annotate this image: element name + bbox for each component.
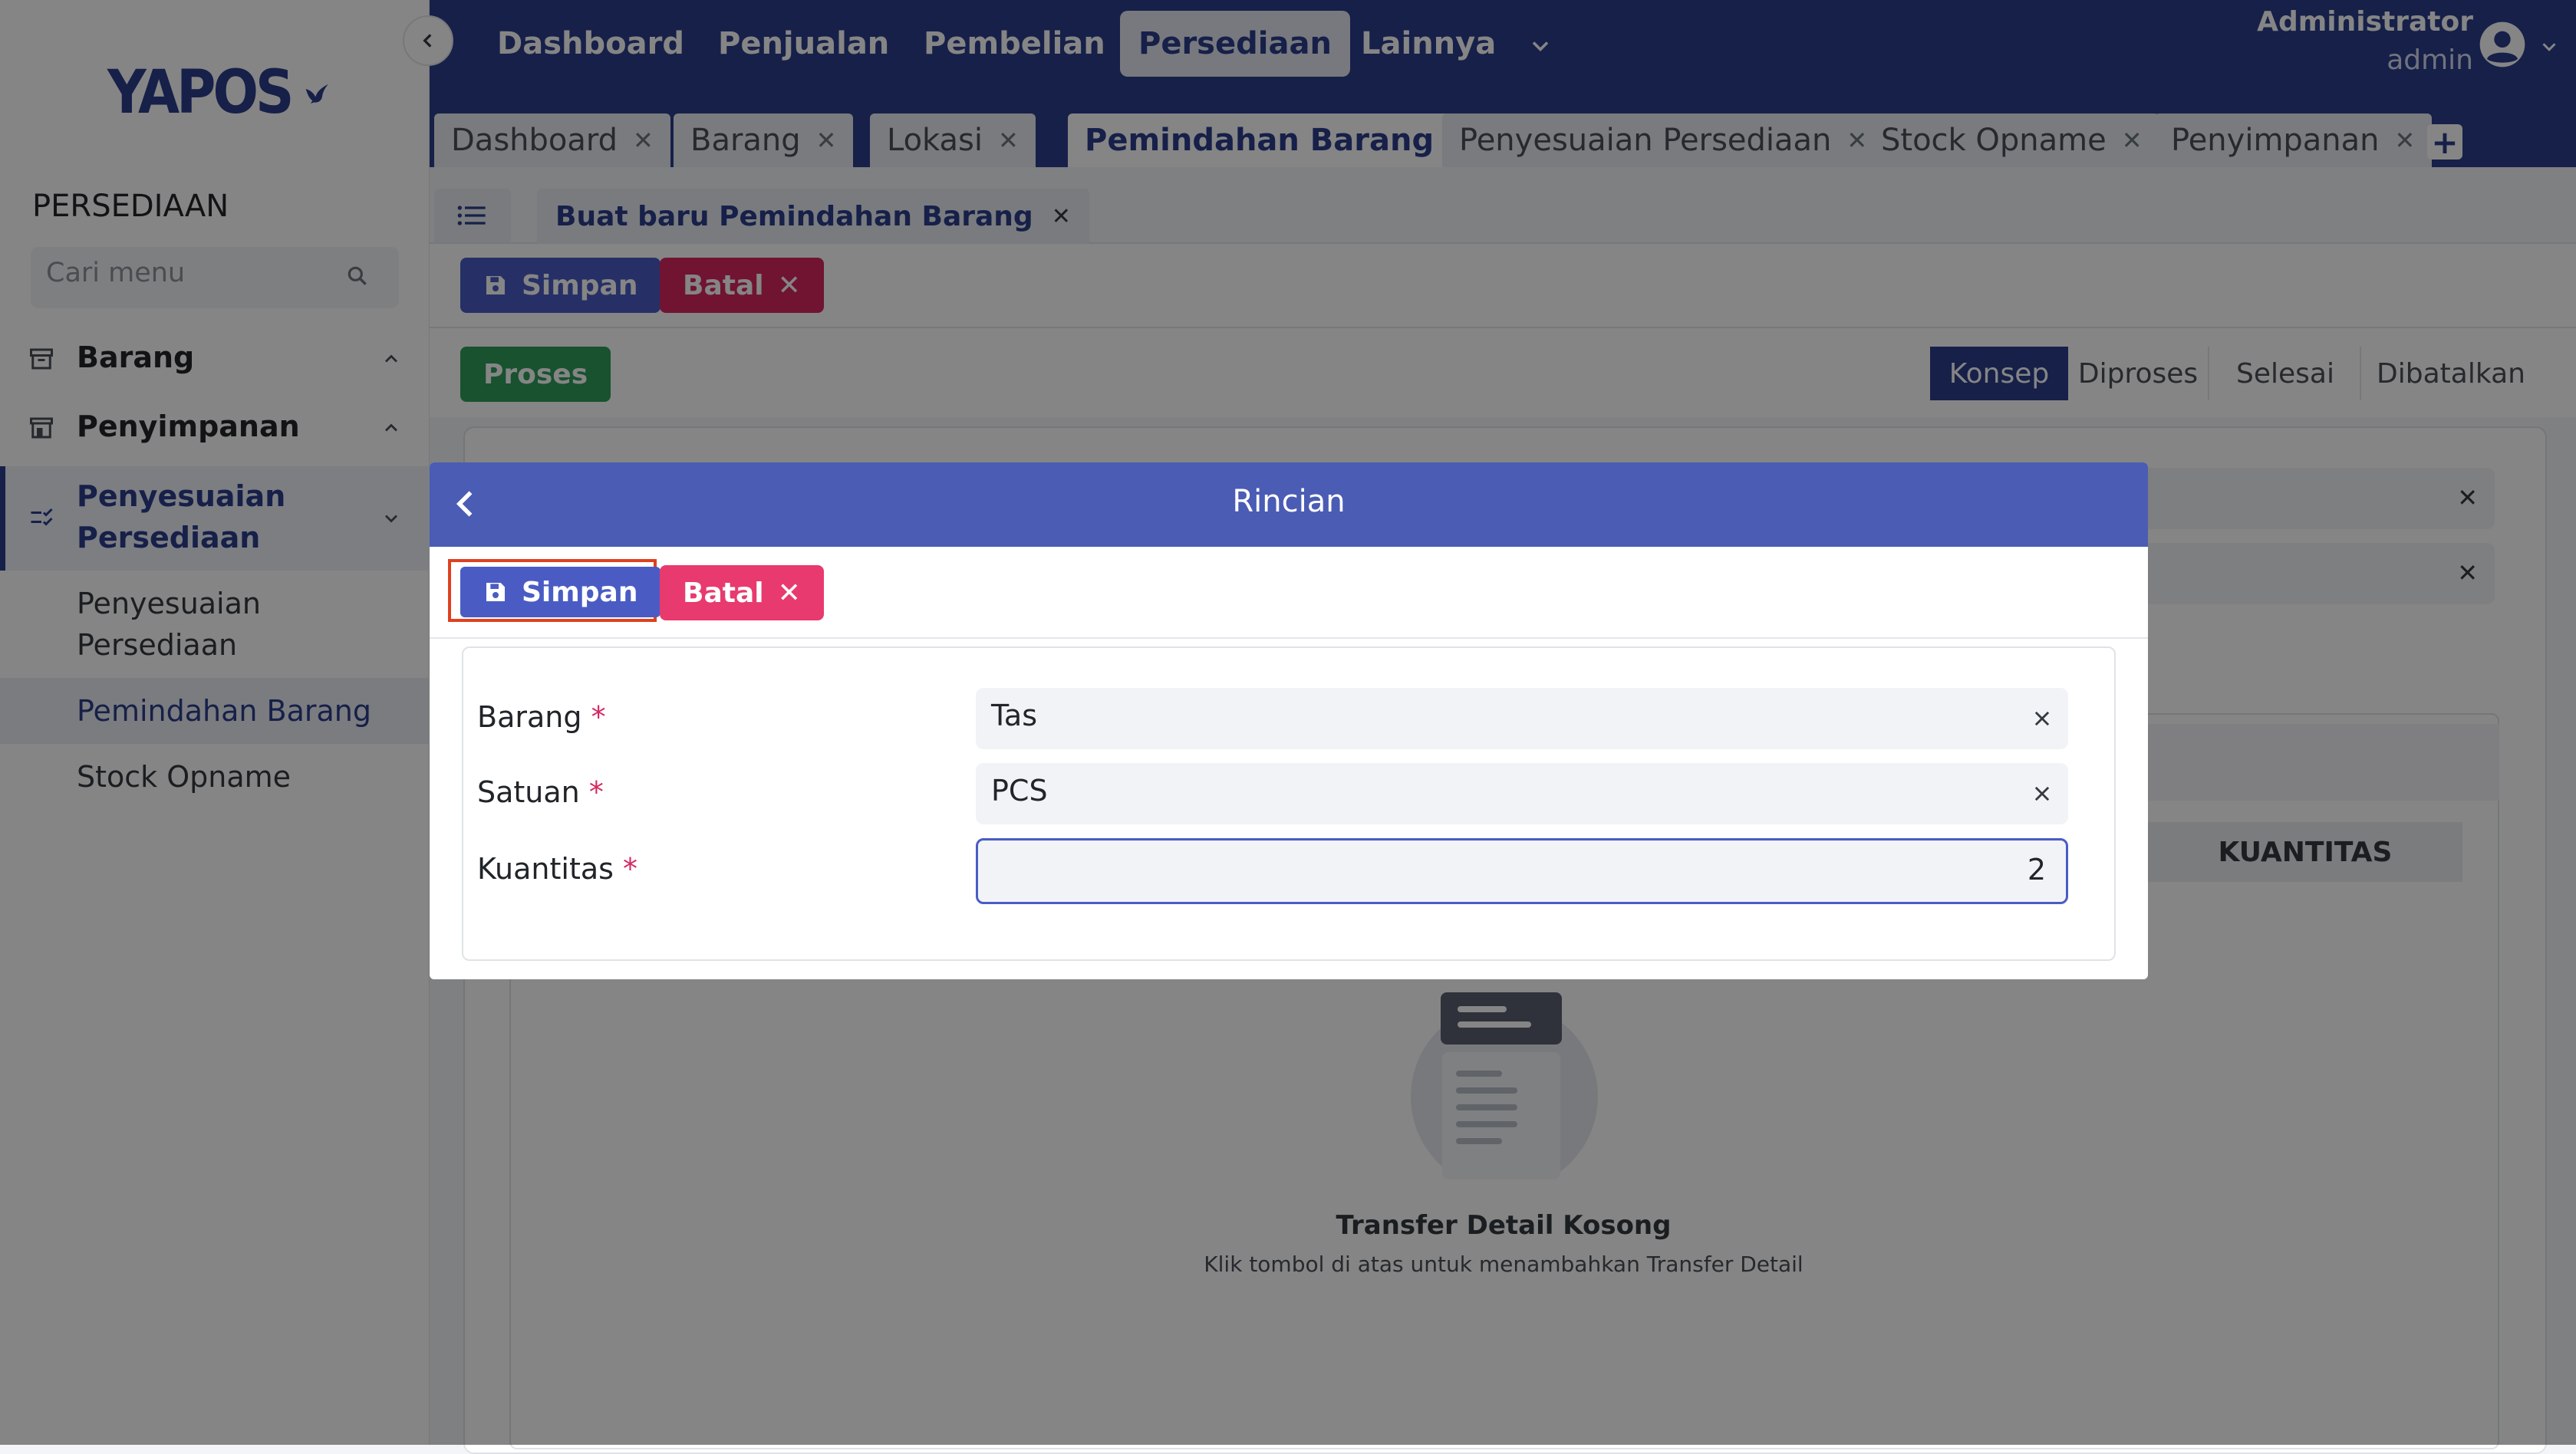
clear-icon[interactable] [2031, 783, 2053, 804]
satuan-value: PCS [991, 774, 1048, 808]
modal-header: Rincian [430, 462, 2148, 547]
satuan-label: Satuan * [477, 775, 604, 809]
field-label-text: Barang [477, 700, 582, 734]
required-marker: * [588, 775, 604, 809]
field-label-text: Kuantitas [477, 852, 614, 886]
required-marker: * [591, 700, 606, 734]
modal-cancel-button[interactable]: Batal ✕ [660, 565, 824, 620]
satuan-field[interactable]: PCS [976, 763, 2068, 824]
field-label-text: Satuan [477, 775, 580, 809]
close-icon: ✕ [777, 577, 801, 609]
kuantitas-value: 2 [2027, 853, 2046, 887]
barang-label: Barang * [477, 700, 606, 734]
required-marker: * [623, 852, 638, 886]
cancel-label: Batal [683, 577, 764, 609]
kuantitas-label: Kuantitas * [477, 852, 637, 886]
barang-field[interactable]: Tas [976, 688, 2068, 749]
modal-title: Rincian [1232, 484, 1346, 519]
clear-icon[interactable] [2031, 708, 2053, 729]
rincian-modal: Rincian Simpan Batal ✕ Barang * Tas Satu… [430, 462, 2148, 979]
kuantitas-input[interactable]: 2 [976, 838, 2068, 904]
save-label: Simpan [522, 576, 638, 608]
modal-save-button[interactable]: Simpan [460, 567, 661, 617]
floppy-disk-icon [486, 583, 505, 601]
back-arrow-icon[interactable] [450, 487, 483, 521]
barang-value: Tas [991, 699, 1038, 732]
